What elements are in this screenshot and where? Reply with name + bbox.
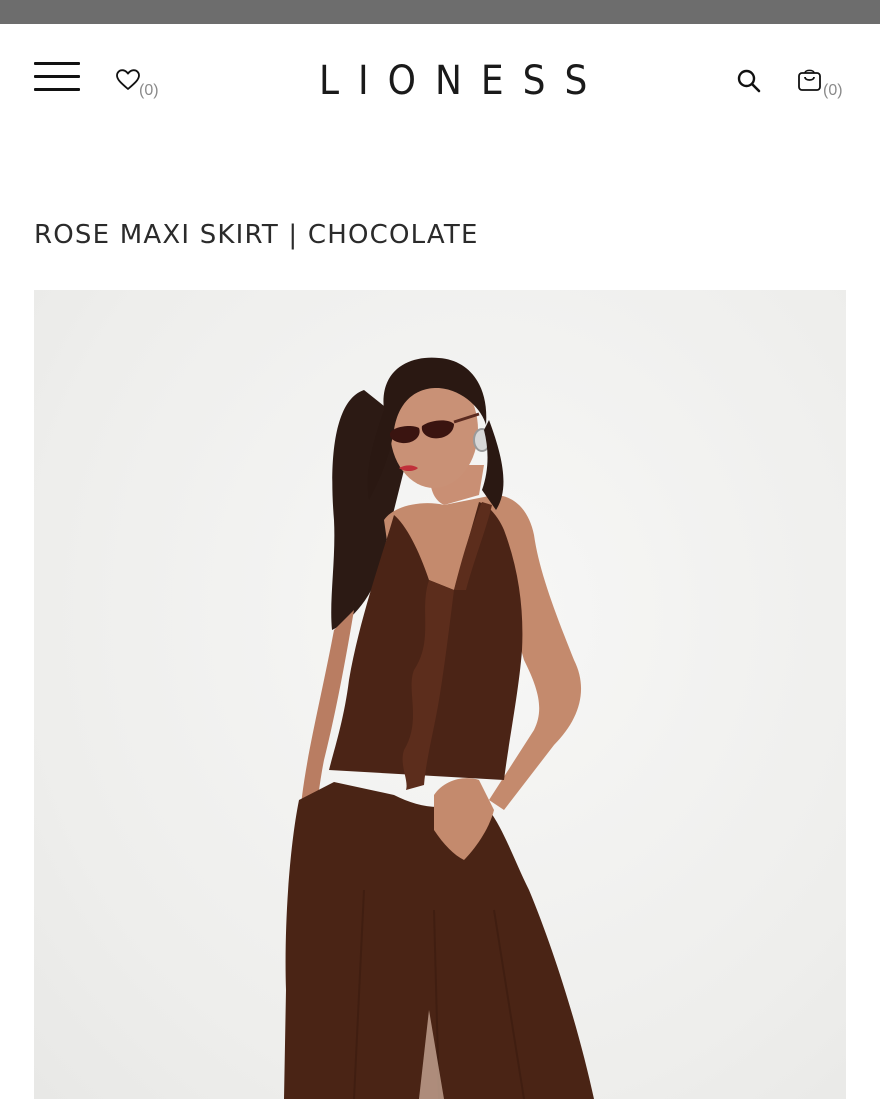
wishlist-button[interactable]: (0) (114, 68, 174, 99)
shopping-bag-icon (798, 69, 821, 91)
product-photo-model-brown-outfit (284, 357, 594, 1099)
menu-button[interactable] (34, 61, 80, 95)
heart-icon (116, 69, 140, 90)
search-icon (737, 69, 761, 93)
hamburger-menu-icon (34, 62, 80, 65)
wishlist-count: (0) (139, 82, 159, 99)
product-image[interactable] (34, 290, 846, 1099)
brand-logo[interactable]: LIONESS (300, 56, 587, 106)
announcement-bar (0, 0, 880, 24)
cart-count: (0) (823, 82, 843, 99)
search-button[interactable] (736, 68, 766, 98)
cart-button[interactable]: (0) (796, 66, 856, 100)
site-header: (0) LIONESS (0) (0, 24, 880, 134)
product-title: ROSE MAXI SKIRT | CHOCOLATE (34, 220, 479, 250)
